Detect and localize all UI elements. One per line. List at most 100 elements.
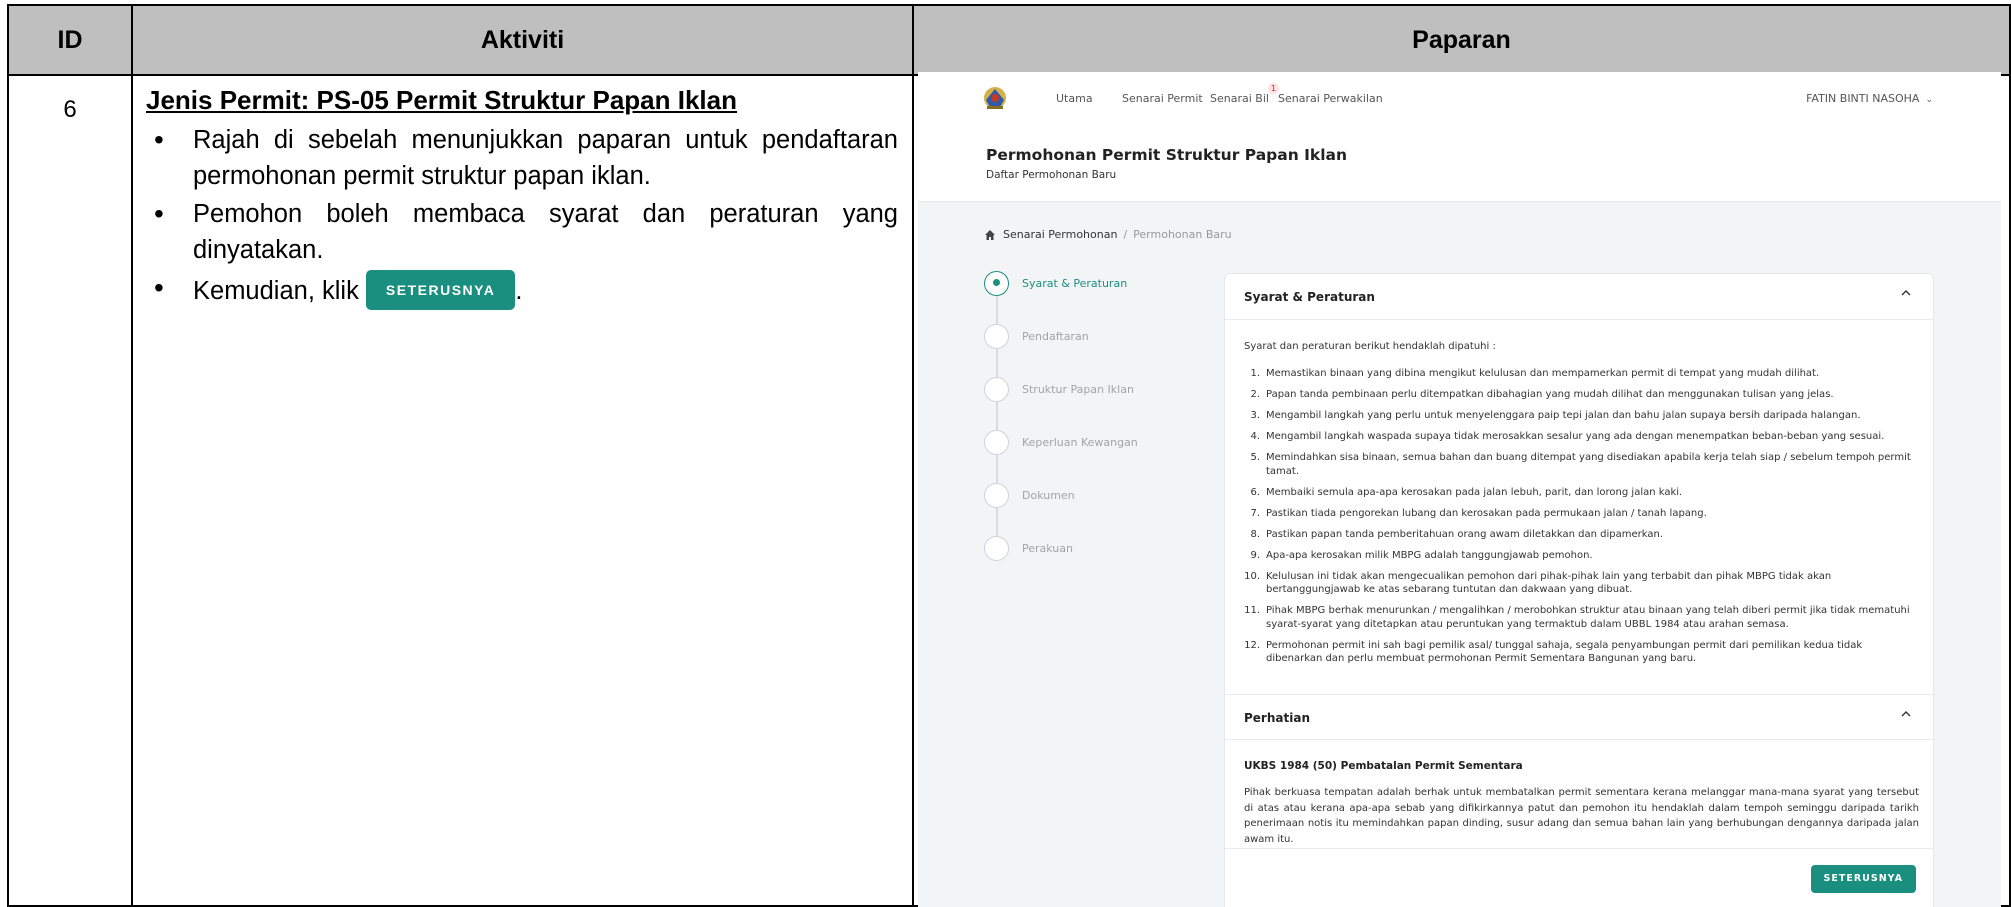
- terms-list: 1. Memastikan binaan yang dibina mengikut…: [1244, 367, 1919, 673]
- terms-intro: Syarat dan peraturan berikut hendaklah d…: [1244, 341, 1496, 352]
- list-item: 6. Membaiki semula apa-apa kerosakan pada…: [1244, 486, 1919, 500]
- chevron-up-icon[interactable]: [1899, 286, 1913, 300]
- step-circle-icon: [984, 482, 1009, 508]
- step-circle-icon: [984, 429, 1009, 455]
- step-connector: [996, 296, 998, 324]
- list-number: 9.: [1250, 549, 1260, 561]
- step-keperluan-kewangan[interactable]: Keperluan Kewangan: [984, 429, 1138, 455]
- header-activity: Aktiviti: [480, 25, 565, 54]
- list-item: 3. Mengambil langkah yang perlu untuk men…: [1244, 409, 1919, 423]
- bullet-item: Rajah di sebelah menunjukkan paparan unt…: [146, 122, 898, 194]
- step-label: Perakuan: [1022, 541, 1073, 555]
- list-number: 8.: [1250, 528, 1260, 540]
- step-connector: [996, 349, 998, 377]
- next-button[interactable]: SETERUSNYA: [1810, 865, 1916, 893]
- step-connector: [996, 455, 998, 483]
- user-menu[interactable]: FATIN BINTI NASOHA ⌄: [1806, 92, 1933, 105]
- breadcrumb-separator: /: [1123, 228, 1128, 241]
- municipal-crest-logo: [984, 87, 1006, 109]
- terms-card: Syarat & Peraturan Syarat dan peraturan …: [1224, 273, 1934, 907]
- rule-text: Mengambil langkah yang perlu untuk menye…: [1266, 410, 1861, 421]
- list-item: 8. Pastikan papan tanda pemberitahuan ora…: [1244, 528, 1919, 542]
- page-header: Permohonan Permit Struktur Papan Iklan D…: [918, 126, 2001, 202]
- bullet-item: Pemohon boleh membaca syarat dan peratur…: [146, 196, 898, 268]
- step-syarat-peraturan[interactable]: Syarat & Peraturan: [984, 270, 1128, 296]
- column-divider: [131, 6, 133, 905]
- nav-item-senarai-bil[interactable]: Senarai Bil: [1210, 92, 1269, 105]
- chevron-up-icon[interactable]: [1899, 707, 1913, 721]
- step-struktur-papan-iklan[interactable]: Struktur Papan Iklan: [984, 376, 1134, 402]
- bullet-text: Kemudian, klik: [193, 277, 359, 305]
- list-item: 9. Apa-apa kerosakan milik MBPG adalah ta…: [1244, 549, 1919, 563]
- bullet-item: Kemudian, klik SETERUSNYA.: [146, 270, 898, 310]
- nav-item-senarai-permit[interactable]: Senarai Permit: [1122, 92, 1203, 105]
- list-number: 4.: [1250, 431, 1260, 442]
- top-navbar: Utama Senarai Permit Senarai Bil 1 Senar…: [918, 72, 2001, 126]
- section-title: Syarat & Peraturan: [1244, 290, 1375, 304]
- breadcrumb-root[interactable]: Senarai Permohonan: [1003, 228, 1117, 241]
- list-number: 10.: [1244, 570, 1260, 582]
- list-item: 5. Memindahkan sisa binaan, semua bahan d…: [1244, 451, 1919, 478]
- step-label: Keperluan Kewangan: [1022, 435, 1138, 449]
- list-number: 7.: [1250, 507, 1260, 519]
- breadcrumb: Senarai Permohonan / Permohonan Baru: [984, 228, 1232, 241]
- step-circle-icon: [984, 270, 1009, 296]
- divider: [1225, 848, 1933, 849]
- list-number: 6.: [1250, 486, 1260, 498]
- section-header-syarat[interactable]: Syarat & Peraturan: [1225, 274, 1933, 320]
- step-circle-icon: [984, 376, 1009, 402]
- section-header-perhatian[interactable]: Perhatian: [1225, 694, 1933, 740]
- notice-subtitle: UKBS 1984 (50) Pembatalan Permit Sementa…: [1244, 760, 1523, 772]
- rule-text: Kelulusan ini tidak akan mengecualikan p…: [1266, 570, 1832, 596]
- page-subtitle: Daftar Permohonan Baru: [986, 169, 1117, 181]
- list-item: 11. Pihak MBPG berhak menurunkan / mengal…: [1244, 604, 1919, 631]
- rule-text: Apa-apa kerosakan milik MBPG adalah tang…: [1266, 549, 1593, 561]
- list-item: 7. Pastikan tiada pengorekan lubang dan k…: [1244, 507, 1919, 521]
- rule-text: Memastikan binaan yang dibina mengikut k…: [1266, 368, 1820, 379]
- rule-text: Mengambil langkah waspada supaya tidak m…: [1266, 431, 1885, 442]
- rule-text: Papan tanda pembinaan perlu ditempatkan …: [1266, 389, 1834, 400]
- step-label: Dokumen: [1022, 488, 1075, 502]
- step-connector: [996, 508, 998, 536]
- list-number: 3.: [1250, 410, 1260, 421]
- step-pendaftaran[interactable]: Pendaftaran: [984, 323, 1089, 349]
- rule-text: Membaiki semula apa-apa kerosakan pada j…: [1266, 486, 1683, 498]
- list-item: 4. Mengambil langkah waspada supaya tidak…: [1244, 430, 1919, 444]
- row-id: 6: [63, 96, 77, 123]
- activity-bullets: Rajah di sebelah menunjukkan paparan unt…: [146, 122, 898, 310]
- list-number: 11.: [1244, 605, 1260, 616]
- header-id: ID: [57, 25, 83, 54]
- breadcrumb-current: Permohonan Baru: [1133, 228, 1232, 241]
- list-item: 2. Papan tanda pembinaan perlu ditempatka…: [1244, 388, 1919, 402]
- step-circle-icon: [984, 535, 1009, 561]
- list-number: 5.: [1250, 452, 1260, 463]
- home-icon: [985, 229, 995, 240]
- column-divider: [912, 6, 914, 905]
- step-label: Syarat & Peraturan: [1022, 276, 1128, 290]
- list-number: 1.: [1250, 368, 1260, 379]
- activity-cell: Jenis Permit: PS-05 Permit Struktur Papa…: [146, 82, 898, 312]
- chevron-down-icon: ⌄: [1925, 95, 1933, 105]
- rule-text: Pastikan papan tanda pemberitahuan orang…: [1266, 528, 1663, 540]
- list-number: 12.: [1244, 639, 1260, 651]
- list-item: 10. Kelulusan ini tidak akan mengecualika…: [1244, 570, 1919, 597]
- step-label: Struktur Papan Iklan: [1022, 382, 1134, 396]
- app-screenshot: Utama Senarai Permit Senarai Bil 1 Senar…: [918, 72, 2001, 907]
- nav-item-utama[interactable]: Utama: [1056, 92, 1093, 105]
- list-item: 12. Permohonan permit ini sah bagi pemili…: [1244, 639, 1919, 666]
- step-label: Pendaftaran: [1022, 329, 1089, 343]
- rule-text: Memindahkan sisa binaan, semua bahan dan…: [1266, 452, 1911, 477]
- list-item: 1. Memastikan binaan yang dibina mengikut…: [1244, 367, 1919, 381]
- nav-item-senarai-perwakilan[interactable]: Senarai Perwakilan: [1278, 92, 1383, 105]
- step-circle-icon: [984, 323, 1009, 349]
- notice-body: Pihak berkuasa tempatan adalah berhak un…: [1244, 787, 1919, 845]
- step-dokumen[interactable]: Dokumen: [984, 482, 1075, 508]
- page-title: Permohonan Permit Struktur Papan Iklan: [986, 146, 1348, 164]
- section-title: Perhatian: [1244, 711, 1310, 725]
- rule-text: Pihak MBPG berhak menurunkan / mengalihk…: [1266, 605, 1910, 630]
- rule-text: Permohonan permit ini sah bagi pemilik a…: [1266, 639, 1863, 665]
- step-perakuan[interactable]: Perakuan: [984, 535, 1073, 561]
- bullet-punct: .: [515, 277, 523, 305]
- list-number: 2.: [1250, 389, 1260, 400]
- user-name: FATIN BINTI NASOHA: [1806, 92, 1920, 105]
